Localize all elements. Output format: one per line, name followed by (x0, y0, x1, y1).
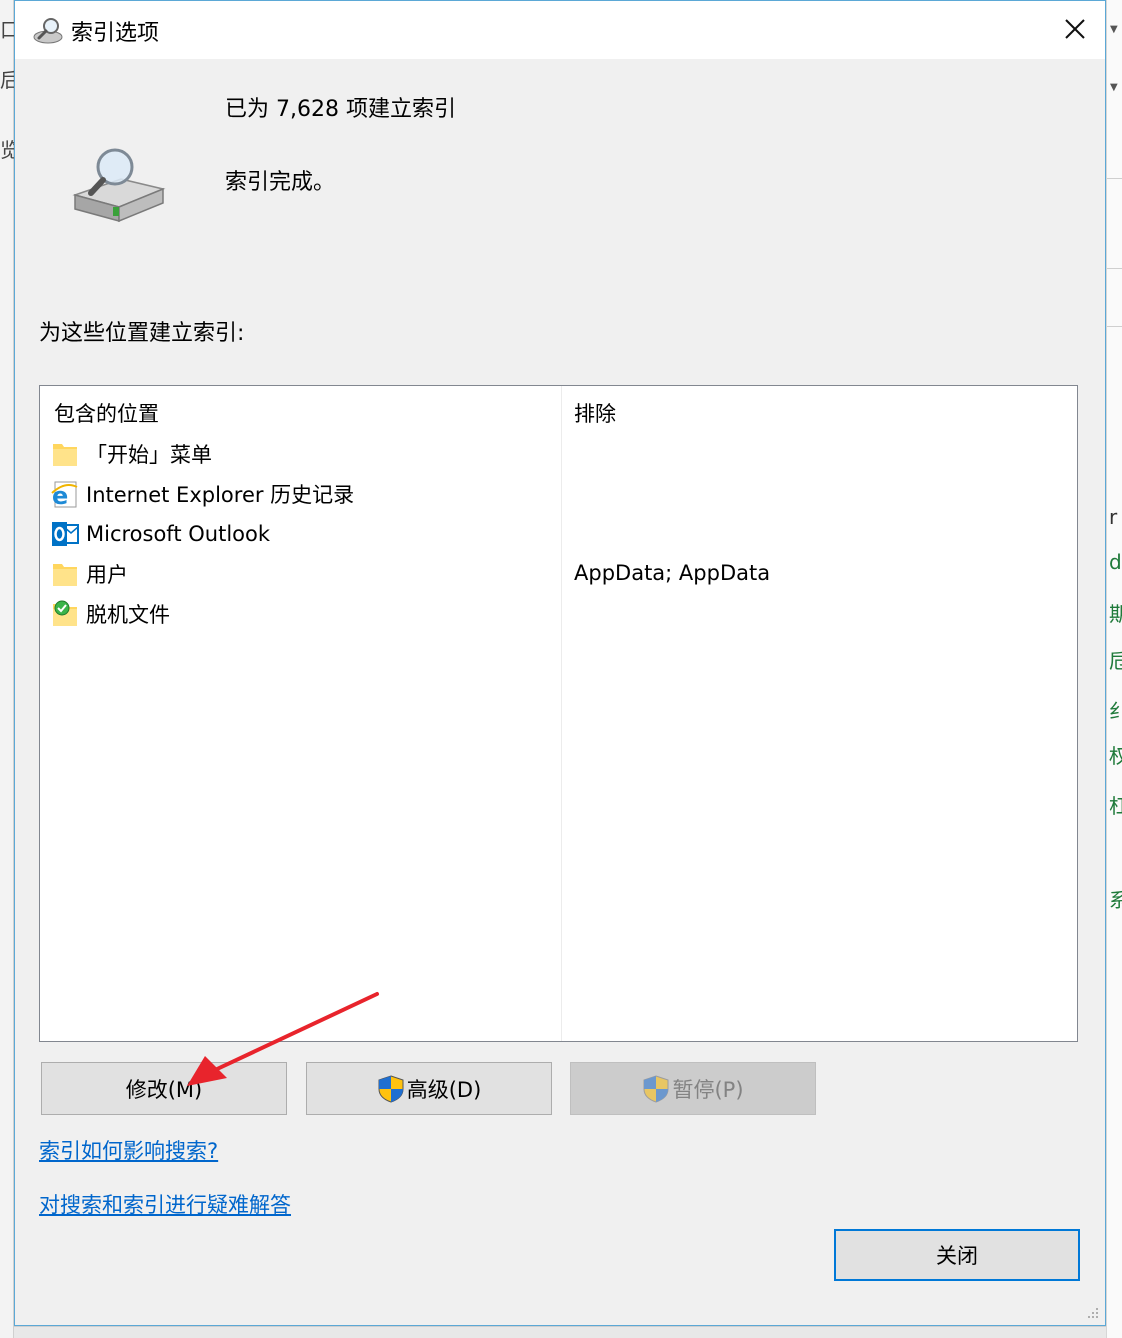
how-indexing-affects-search-link[interactable]: 索引如何影响搜索? (39, 1135, 218, 1165)
pause-button-label: 暂停(P) (672, 1077, 744, 1102)
close-button[interactable]: 关闭 (834, 1229, 1080, 1281)
indexing-options-dialog: 索引选项 已为 7,628 项建立索引 索引完成。 为这些位置建立索引: 包含的… (14, 0, 1106, 1326)
background-text-fragment: 系 (1109, 884, 1122, 913)
chevron-down-icon: ▼ (1110, 82, 1118, 93)
indexed-locations-list[interactable]: 包含的位置 排除 「开始」菜单 e Internet Explorer 历史记录 (39, 385, 1078, 1042)
close-icon (1065, 19, 1085, 39)
list-item-label: Internet Explorer 历史记录 (86, 483, 355, 507)
list-item-ie-history[interactable]: e Internet Explorer 历史记录 (50, 475, 550, 513)
modify-button-label: 修改(M) (125, 1077, 203, 1102)
modify-button[interactable]: 修改(M) (41, 1062, 287, 1115)
dialog-title: 索引选项 (71, 21, 160, 46)
column-divider (561, 386, 562, 1041)
background-text-fragment: d (1109, 550, 1122, 574)
background-text-fragment: 权 (1109, 740, 1122, 769)
folder-icon (53, 444, 77, 466)
indexing-status-text: 索引完成。 (225, 170, 336, 195)
chevron-down-icon: ▼ (1110, 24, 1118, 35)
indexed-drive-icon (72, 148, 166, 223)
title-bar[interactable]: 索引选项 (15, 1, 1105, 59)
background-window-bottom (14, 1326, 1106, 1338)
background-text-fragment: 卮 (1109, 645, 1122, 674)
resize-grip-icon[interactable] (1085, 1305, 1099, 1319)
list-item-label: 脱机文件 (86, 603, 170, 627)
advanced-button[interactable]: 高级(D) (306, 1062, 552, 1115)
list-item-label: 「开始」菜单 (86, 443, 212, 467)
folder-icon (53, 564, 77, 586)
indexed-count-text: 已为 7,628 项建立索引 (225, 97, 456, 122)
list-item-users[interactable]: 用户 (50, 555, 550, 593)
outlook-icon (52, 522, 79, 546)
divider (1107, 268, 1122, 269)
list-item-label: Microsoft Outlook (86, 522, 271, 546)
screenshot-stage: 口 后 览 ▼ ▼ r d 期 卮 纟 权 杠 系 索引选项 (0, 0, 1122, 1338)
background-text-fragment: 杠 (1109, 790, 1122, 819)
background-text-fragment: r (1109, 505, 1118, 529)
list-item-label: 用户 (86, 563, 128, 587)
column-header-included[interactable]: 包含的位置 (54, 398, 159, 428)
close-button-label: 关闭 (936, 1244, 978, 1268)
advanced-button-label: 高级(D) (406, 1077, 482, 1102)
divider (1107, 326, 1122, 327)
uac-shield-icon (643, 1074, 669, 1103)
list-item-start-menu[interactable]: 「开始」菜单 (50, 435, 550, 473)
background-text-fragment: 纟 (1109, 695, 1122, 724)
list-item-offline-files[interactable]: 脱机文件 (50, 595, 550, 633)
background-window-left: 口 后 览 (0, 0, 20, 1338)
uac-shield-icon (378, 1074, 404, 1103)
indexed-locations-label: 为这些位置建立索引: (39, 321, 245, 346)
divider (1107, 178, 1122, 179)
list-item-outlook[interactable]: Microsoft Outlook (50, 515, 550, 553)
users-excluded-value: AppData; AppData (574, 561, 771, 585)
offline-files-icon (53, 600, 77, 626)
search-indexer-icon (33, 18, 63, 44)
pause-button[interactable]: 暂停(P) (570, 1062, 816, 1115)
column-header-excluded[interactable]: 排除 (574, 398, 616, 428)
background-window-right: ▼ ▼ r d 期 卮 纟 权 杠 系 (1106, 0, 1122, 1338)
close-window-button[interactable] (1045, 1, 1105, 57)
troubleshoot-search-link[interactable]: 对搜索和索引进行疑难解答 (39, 1189, 291, 1219)
background-text-fragment: 期 (1109, 598, 1122, 627)
internet-explorer-icon: e (51, 481, 78, 509)
